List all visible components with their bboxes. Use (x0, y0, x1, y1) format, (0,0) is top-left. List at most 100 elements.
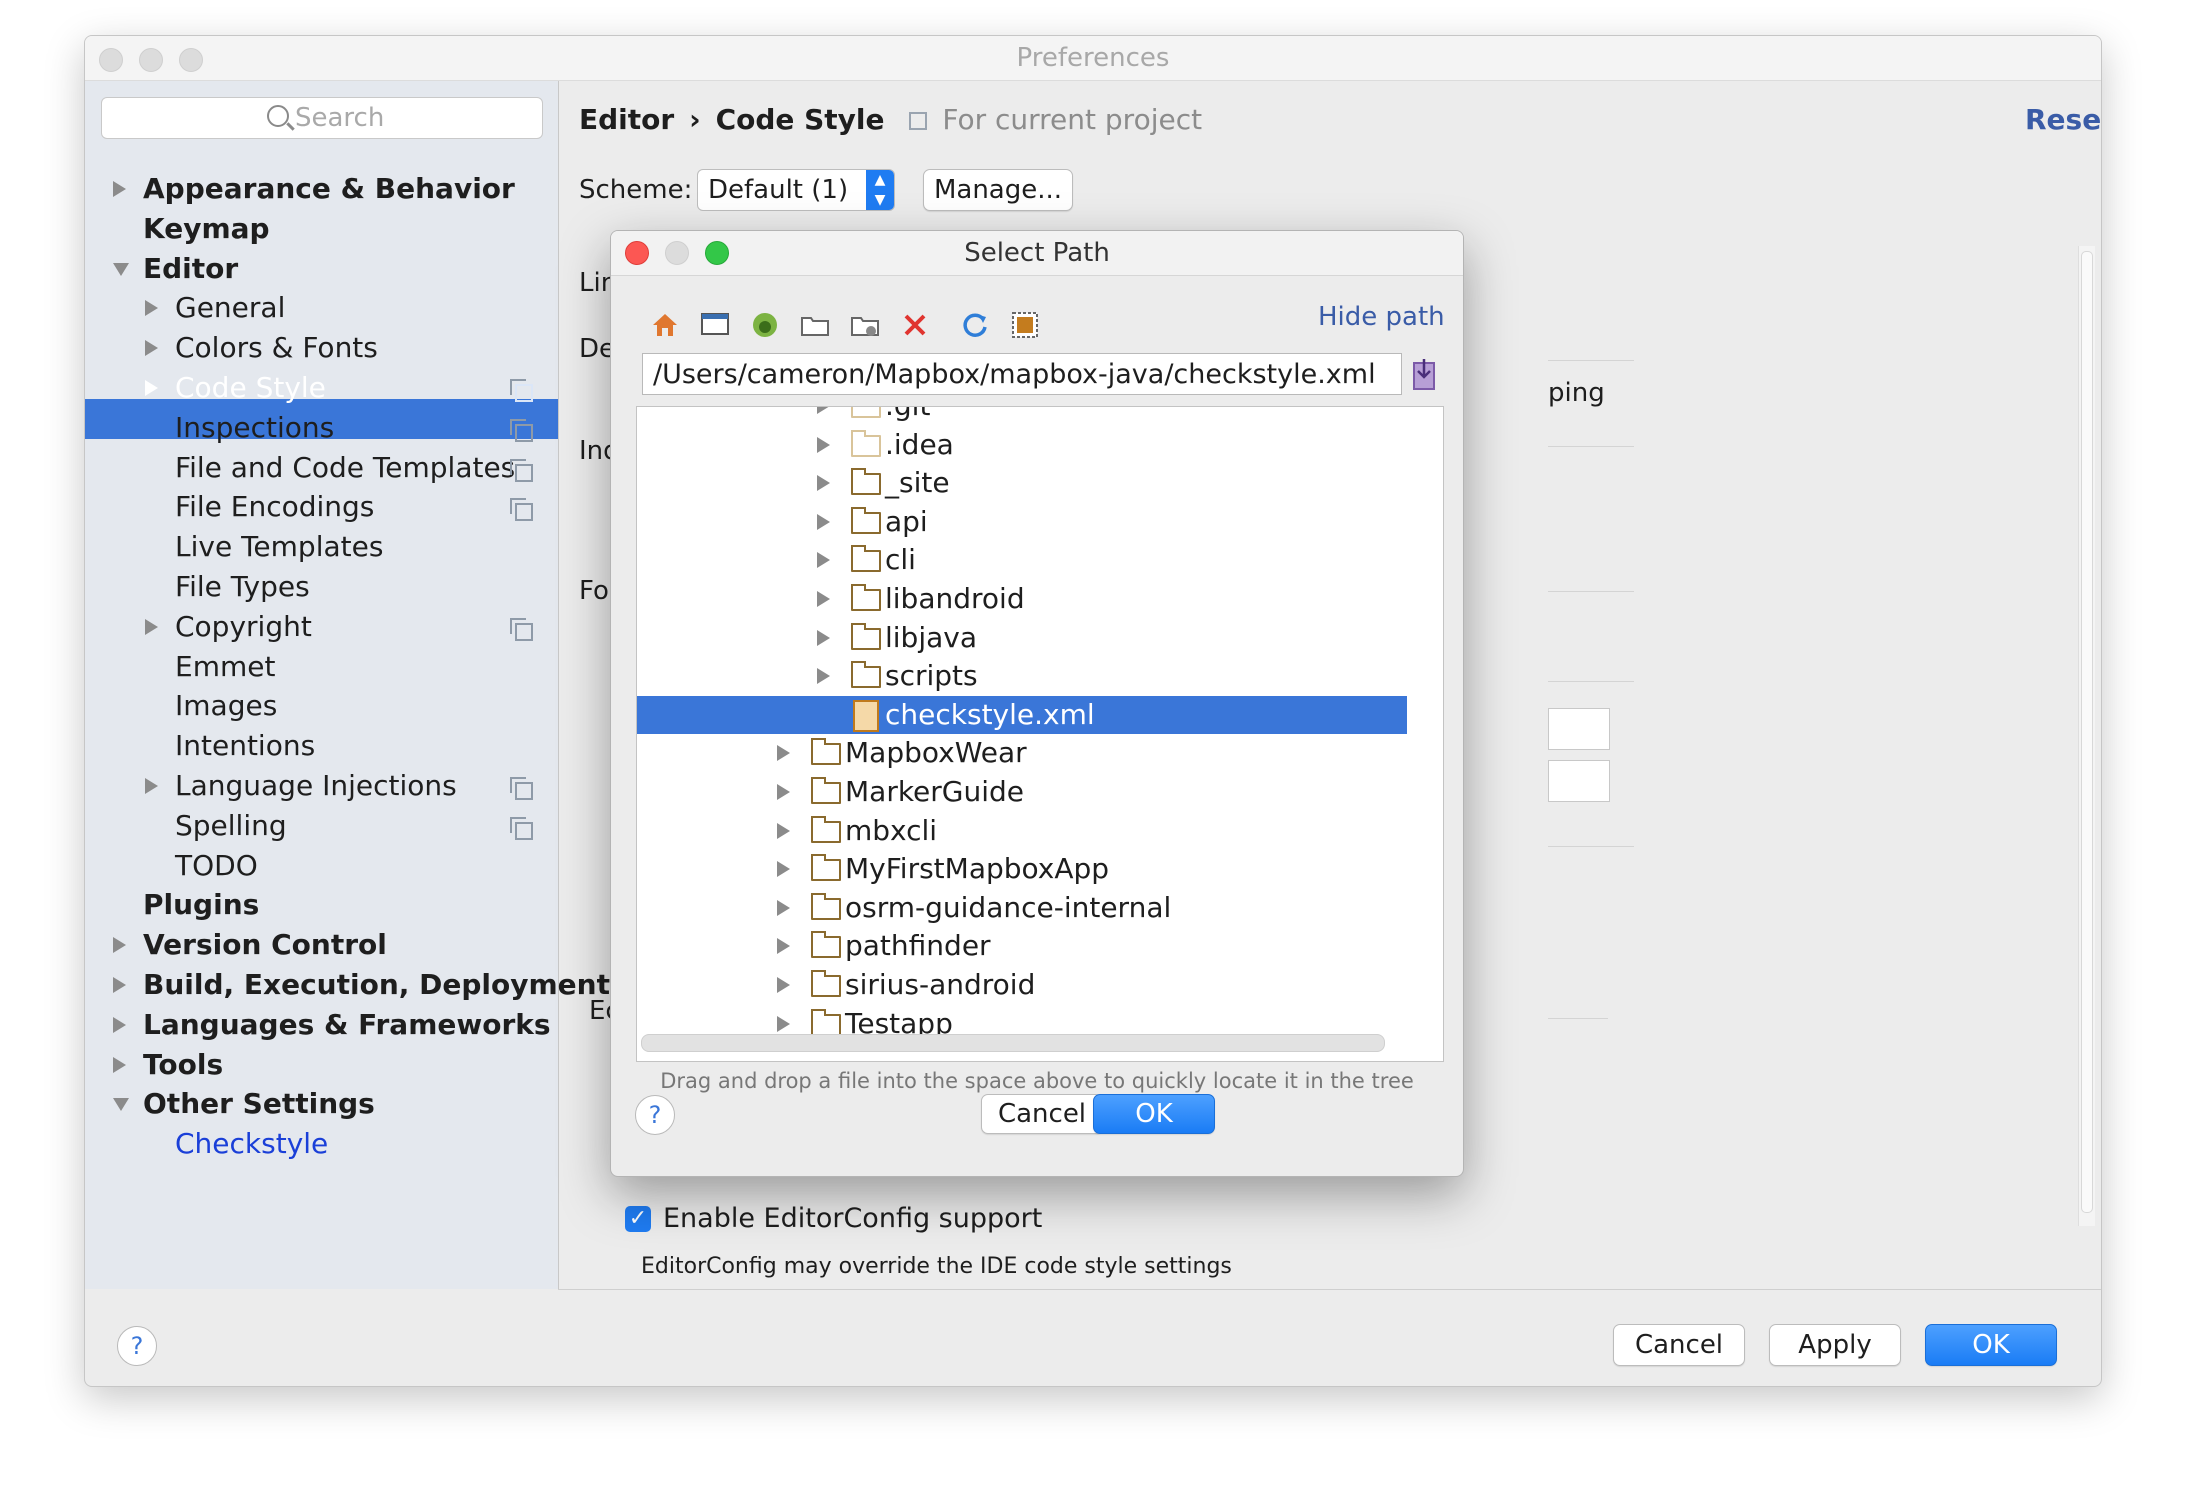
tree-folder-row[interactable]: .idea (637, 426, 1407, 464)
sidebar-item[interactable]: Live Templates (85, 527, 558, 567)
hide-path-link[interactable]: Hide path (1318, 297, 1445, 337)
expanded-arrow-icon[interactable] (113, 1098, 129, 1112)
sidebar-item[interactable]: Version Control (85, 925, 558, 965)
tree-folder-row[interactable]: .git (637, 407, 1407, 425)
tree-folder-row[interactable]: mbxcli (637, 812, 1407, 850)
collapsed-arrow-icon[interactable] (817, 407, 830, 414)
collapsed-arrow-icon[interactable] (817, 591, 830, 607)
help-button[interactable]: ? (117, 1326, 157, 1366)
collapsed-arrow-icon[interactable] (817, 629, 830, 646)
sidebar-item[interactable]: Tools (85, 1045, 558, 1085)
dialog-zoom-button[interactable] (705, 241, 729, 265)
apply-button[interactable]: Apply (1769, 1324, 1901, 1366)
tree-folder-row[interactable]: cli (637, 541, 1407, 579)
sidebar-item[interactable]: Copyright (85, 607, 558, 647)
reset-link[interactable]: Reset (2025, 98, 2101, 142)
collapsed-arrow-icon[interactable] (777, 745, 790, 762)
tree-folder-row[interactable]: osrm-guidance-internal (637, 889, 1407, 927)
tree-folder-row[interactable]: MarkerGuide (637, 773, 1407, 811)
content-scrollbar-thumb[interactable] (2081, 251, 2093, 1213)
show-hidden-icon[interactable] (1009, 309, 1041, 341)
search-input[interactable]: Search (101, 97, 543, 139)
scheme-select[interactable]: Default (1) ▲ ▼ (697, 169, 895, 211)
collapsed-arrow-icon[interactable] (817, 436, 830, 453)
hidden-field[interactable] (1548, 708, 1610, 750)
delete-icon[interactable] (899, 309, 931, 341)
tree-folder-row[interactable]: MapboxWear (637, 734, 1407, 772)
sidebar-item[interactable]: Images (85, 686, 558, 726)
path-history-icon[interactable] (1411, 355, 1437, 393)
sidebar-item[interactable]: Build, Execution, Deployment (85, 965, 610, 1005)
collapsed-arrow-icon[interactable] (113, 1056, 126, 1073)
sidebar-item[interactable]: TODO (85, 846, 558, 886)
sidebar-item[interactable]: Editor (85, 249, 558, 289)
collapsed-arrow-icon[interactable] (777, 977, 790, 993)
sidebar-item[interactable]: Checkstyle (85, 1124, 558, 1164)
android-project-icon[interactable] (749, 309, 781, 341)
sidebar-item[interactable]: Spelling (85, 806, 558, 846)
sidebar-item[interactable]: General (85, 288, 558, 328)
dialog-minimize-button[interactable] (665, 241, 689, 265)
dialog-help-button[interactable]: ? (635, 1095, 675, 1135)
desktop-icon[interactable] (699, 309, 731, 341)
collapsed-arrow-icon[interactable] (817, 513, 830, 530)
collapsed-arrow-icon[interactable] (145, 300, 158, 317)
sidebar-item[interactable]: Code Style (85, 368, 558, 408)
sidebar-item[interactable]: Appearance & Behavior (85, 169, 558, 209)
tree-folder-row[interactable]: _site (637, 464, 1407, 502)
ok-button[interactable]: OK (1925, 1324, 2057, 1366)
folder-icon[interactable] (799, 309, 831, 341)
tree-folder-row[interactable]: pathfinder (637, 927, 1407, 965)
collapsed-arrow-icon[interactable] (817, 668, 830, 685)
new-folder-icon[interactable] (849, 309, 881, 341)
file-tree[interactable]: .git .idea _siteapi cli libandroid libjava scr… (636, 406, 1444, 1062)
sidebar-item[interactable]: Keymap (85, 209, 558, 249)
sidebar-item[interactable]: File and Code Templates (85, 448, 558, 488)
dialog-ok-button[interactable]: OK (1093, 1094, 1215, 1134)
editorconfig-checkbox[interactable]: ✓ (625, 1206, 651, 1232)
tree-folder-row[interactable]: libjava (637, 619, 1407, 657)
cancel-button[interactable]: Cancel (1613, 1324, 1745, 1366)
collapsed-arrow-icon[interactable] (113, 937, 126, 954)
tree-folder-row[interactable]: api (637, 503, 1407, 541)
breadcrumb-editor[interactable]: Editor (579, 103, 674, 136)
sidebar-item[interactable]: Intentions (85, 726, 558, 766)
collapsed-arrow-icon[interactable] (817, 552, 830, 569)
sidebar-item[interactable]: Other Settings (85, 1084, 558, 1124)
collapsed-arrow-icon[interactable] (145, 340, 158, 357)
expanded-arrow-icon[interactable] (113, 262, 129, 276)
editorconfig-checkbox-label[interactable]: Enable EditorConfig support (663, 1202, 1042, 1236)
sidebar-item[interactable]: Colors & Fonts (85, 328, 558, 368)
tree-folder-row[interactable]: scripts (637, 657, 1407, 695)
collapsed-arrow-icon[interactable] (145, 778, 158, 794)
tree-horizontal-scrollbar[interactable] (641, 1034, 1385, 1052)
collapsed-arrow-icon[interactable] (113, 1016, 126, 1033)
collapsed-arrow-icon[interactable] (777, 899, 790, 916)
home-icon[interactable] (649, 309, 681, 341)
sidebar-item[interactable]: Language Injections (85, 766, 558, 806)
tree-file-row[interactable]: checkstyle.xml (637, 695, 1407, 734)
collapsed-arrow-icon[interactable] (777, 822, 790, 839)
sidebar-item[interactable]: File Encodings (85, 487, 558, 527)
manage-button[interactable]: Manage... (923, 169, 1073, 211)
collapsed-arrow-icon[interactable] (777, 784, 790, 800)
sidebar-item[interactable]: Languages & Frameworks (85, 1005, 558, 1045)
collapsed-arrow-icon[interactable] (817, 475, 830, 492)
collapsed-arrow-icon[interactable] (145, 618, 158, 635)
sidebar-item[interactable]: Inspections (85, 408, 558, 448)
path-input[interactable]: /Users/cameron/Mapbox/mapbox-java/checks… (642, 353, 1402, 395)
tree-folder-row[interactable]: MyFirstMapboxApp (637, 850, 1407, 888)
collapsed-arrow-icon[interactable] (777, 1015, 790, 1032)
sidebar-item[interactable]: File Types (85, 567, 558, 607)
collapsed-arrow-icon[interactable] (777, 861, 790, 878)
dialog-cancel-button[interactable]: Cancel (981, 1094, 1103, 1134)
tree-folder-row[interactable]: sirius-android (637, 966, 1407, 1004)
collapsed-arrow-icon[interactable] (113, 181, 126, 197)
refresh-icon[interactable] (959, 309, 991, 341)
dialog-close-button[interactable] (625, 241, 649, 265)
tree-folder-row[interactable]: libandroid (637, 580, 1407, 618)
collapsed-arrow-icon[interactable] (145, 380, 158, 396)
collapsed-arrow-icon[interactable] (113, 977, 126, 993)
collapsed-arrow-icon[interactable] (777, 938, 790, 955)
sidebar-item[interactable]: Emmet (85, 647, 558, 687)
